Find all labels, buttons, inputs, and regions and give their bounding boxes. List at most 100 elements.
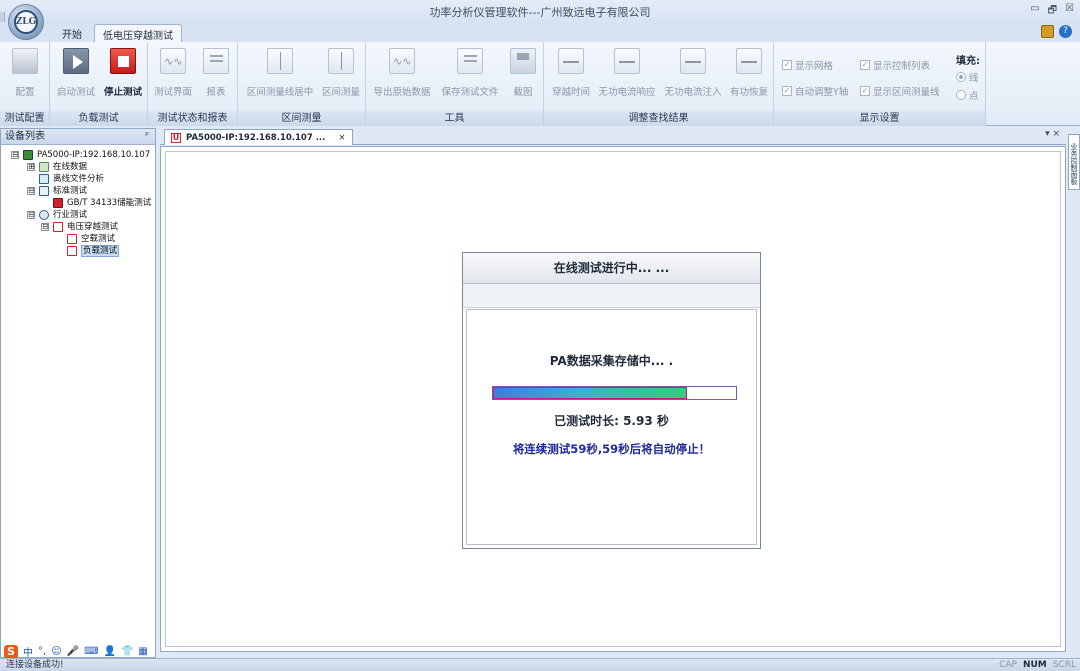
close-icon[interactable]: ☒ (1065, 3, 1074, 20)
show-control-list-checkbox[interactable]: ✓ 显示控制列表 (860, 58, 930, 72)
group-label: 测试配置 (0, 111, 49, 126)
file-icon (457, 48, 483, 74)
response-chart-icon (614, 48, 640, 74)
export-icon (389, 48, 415, 74)
status-bar: 连接设备成功! CAP NUM SCRL (0, 658, 1080, 671)
restore-icon[interactable]: 🗗 (1048, 3, 1057, 20)
ribbon: 配置 测试配置 启动测试 停止测试 负载测试 测试界面 报表 测试状态和报表 区… (0, 42, 1080, 126)
chinese-mode-icon[interactable]: 中 (23, 644, 33, 659)
tab-start[interactable]: 开始 (54, 24, 90, 43)
minimize-icon[interactable]: ▭ (1030, 3, 1039, 20)
collapse-icon[interactable]: ⊟ (27, 187, 35, 195)
collecting-message: PA数据采集存储中... . (549, 354, 674, 368)
window-title: 功率分析仪管理软件---广州致远电子有限公司 (429, 6, 651, 19)
tree-node-voltage-ride-through[interactable]: ⊟ 电压穿越测试 (1, 221, 155, 233)
tree-node-no-load-test[interactable]: 空载测试 (1, 233, 155, 245)
center-line-icon (267, 48, 293, 74)
search-icon (39, 174, 49, 184)
reactive-response-label: 无功电流响应 (598, 87, 656, 98)
app-menu-button[interactable]: ZLG (8, 4, 44, 40)
reactive-injection-button[interactable]: 无功电流注入 (660, 48, 726, 98)
voltage-icon (67, 234, 77, 244)
help-icon[interactable]: ? (1059, 25, 1072, 38)
tree-node-gbt-34133[interactable]: GB/T 34133储能测试 (1, 197, 155, 209)
group-label: 调整查找结果 (544, 111, 773, 126)
show-interval-line-checkbox[interactable]: ✓ 显示区间测量线 (860, 84, 940, 98)
group-test-status: 测试界面 报表 测试状态和报表 (148, 42, 238, 126)
save-test-file-button[interactable]: 保存测试文件 (438, 48, 502, 98)
group-adjust-results: 穿越时间 无功电流响应 无功电流注入 有功恢复 调整查找结果 (544, 42, 774, 126)
stop-test-label: 停止测试 (103, 87, 142, 98)
elapsed-time: 已测试时长: 5.93 秒 (554, 414, 669, 428)
caps-lock-indicator: CAP (999, 660, 1017, 670)
skin-icon[interactable]: 👕 (121, 646, 133, 657)
tree-node-device[interactable]: ⊟ PA5000-IP:192.168.10.107 (1, 149, 155, 161)
punctuation-icon[interactable]: °, (38, 646, 46, 657)
device-icon (23, 150, 33, 160)
collapse-icon[interactable]: ⊟ (27, 211, 35, 219)
auto-stop-notice: 将连续测试59秒,59秒后将自动停止！ (512, 442, 711, 456)
active-recovery-button[interactable]: 有功恢复 (726, 48, 772, 98)
ride-through-time-label: 穿越时间 (551, 87, 590, 98)
online-data-icon (39, 162, 49, 172)
tree-node-standard-test[interactable]: ⊟ 标准测试 (1, 185, 155, 197)
status-message: 连接设备成功! (6, 660, 64, 670)
tree-node-industry-test[interactable]: ⊟ 行业测试 (1, 209, 155, 221)
time-chart-icon (558, 48, 584, 74)
online-test-dialog: 在线测试进行中... ... PA数据采集存储中... . 已测试时长: 5.9… (462, 252, 761, 549)
pin-icon[interactable]: ᵖ (145, 129, 149, 144)
report-button[interactable]: 报表 (198, 48, 234, 98)
tab-list-controls[interactable]: ▾ × (1045, 129, 1060, 139)
tab-lvrt-test[interactable]: 低电压穿越测试 (94, 24, 182, 43)
control-panel-tab[interactable]: 业务控制面板 (1068, 134, 1080, 190)
right-dock-strip: 业务控制面板 (1066, 134, 1080, 654)
ime-logo-icon[interactable]: S (4, 644, 18, 659)
stop-test-button[interactable]: 停止测试 (100, 48, 146, 98)
export-raw-button[interactable]: 导出原始数据 (368, 48, 436, 98)
keyboard-icon[interactable]: ⌨ (84, 646, 98, 657)
auto-y-axis-checkbox[interactable]: ✓ 自动调整Y轴 (782, 84, 848, 98)
tree-node-online-data[interactable]: ⊞ 在线数据 (1, 161, 155, 173)
start-test-label: 启动测试 (56, 87, 95, 98)
screenshot-label: 截图 (513, 87, 533, 98)
num-lock-indicator: NUM (1022, 660, 1047, 670)
group-display-settings: ✓ 显示网格 ✓ 显示控制列表 ✓ 自动调整Y轴 ✓ 显示区间测量线 填充: 线 点 显… (774, 42, 986, 126)
dialog-subheader (463, 284, 760, 308)
reactive-response-button[interactable]: 无功电流响应 (594, 48, 660, 98)
emoji-icon[interactable]: ☺ (51, 646, 61, 657)
waveform-icon (160, 48, 186, 74)
show-grid-checkbox[interactable]: ✓ 显示网格 (782, 58, 833, 72)
export-raw-label: 导出原始数据 (373, 87, 431, 98)
save-test-file-label: 保存测试文件 (441, 87, 499, 98)
group-interval: 区间测量线居中 区间测量 区间测量 (238, 42, 366, 126)
interval-center-button[interactable]: 区间测量线居中 (242, 48, 318, 98)
group-label: 工具 (366, 111, 543, 126)
test-view-button[interactable]: 测试界面 (152, 48, 194, 98)
tree-node-offline-analysis[interactable]: 离线文件分析 (1, 173, 155, 185)
device-list-panel: 设备列表 ᵖ ⊟ PA5000-IP:192.168.10.107 ⊞ 在线数据… (0, 128, 156, 658)
report-icon (203, 48, 229, 74)
test-view-label: 测试界面 (153, 87, 192, 98)
ride-through-time-button[interactable]: 穿越时间 (548, 48, 594, 98)
user-icon[interactable]: 👤 (104, 646, 116, 657)
microphone-icon[interactable]: 🎤 (67, 646, 79, 657)
key-indicators: CAP NUM SCRL (999, 659, 1076, 671)
report-label: 报表 (206, 87, 226, 98)
close-tab-icon[interactable]: × (338, 133, 345, 143)
fill-point-radio[interactable]: 点 (956, 88, 979, 102)
collapse-icon[interactable]: ⊟ (11, 151, 19, 159)
save-icon (510, 48, 536, 74)
config-button[interactable]: 配置 (6, 48, 44, 98)
info-icon[interactable] (1041, 25, 1054, 38)
collapse-icon[interactable]: ⊟ (41, 223, 49, 231)
tree-node-load-test[interactable]: 负载测试 (1, 245, 155, 257)
interval-measure-button[interactable]: 区间测量 (318, 48, 364, 98)
dialog-body: PA数据采集存储中... . 已测试时长: 5.93 秒 将连续测试59秒,59… (466, 309, 757, 545)
screenshot-button[interactable]: 截图 (506, 48, 540, 98)
tab-device-document[interactable]: U PA5000-IP:192.168.10.107 ... × (164, 129, 353, 145)
fill-line-radio[interactable]: 线 (956, 70, 979, 84)
start-test-button[interactable]: 启动测试 (54, 48, 98, 98)
toolbox-icon[interactable]: ▦ (138, 646, 147, 657)
doc-tab-label: PA5000-IP:192.168.10.107 ... (186, 132, 326, 143)
expand-icon[interactable]: ⊞ (27, 163, 35, 171)
